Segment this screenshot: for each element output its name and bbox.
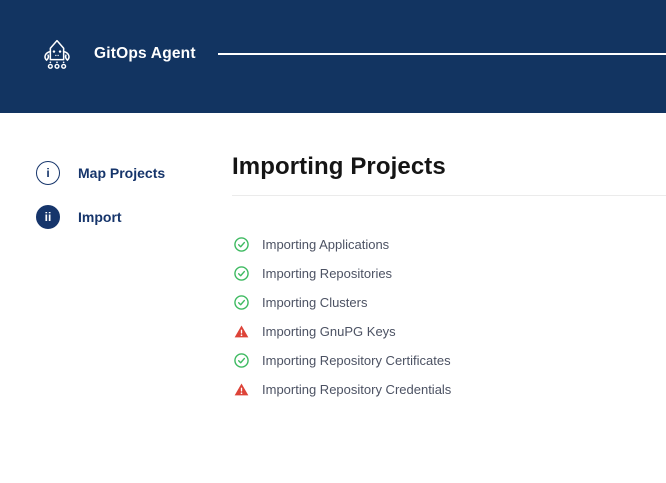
import-status-label: Importing Applications (262, 237, 389, 252)
import-status-label: Importing Repository Credentials (262, 382, 451, 397)
import-status-label: Importing Repository Certificates (262, 353, 451, 368)
page-title: Importing Projects (232, 153, 666, 181)
import-status-row: Importing Repository Credentials (234, 375, 666, 404)
success-check-circle-icon (234, 237, 249, 252)
header-divider-line (218, 53, 666, 55)
step-2-circle-icon: ii (36, 205, 60, 229)
success-check-circle-icon (234, 266, 249, 281)
import-status-row: Importing Repository Certificates (234, 346, 666, 375)
step-1-circle-icon: i (36, 161, 60, 185)
stepper-item-map-projects[interactable]: i Map Projects (36, 161, 232, 185)
import-status-row: Importing Repositories (234, 259, 666, 288)
import-status-row: Importing Applications (234, 230, 666, 259)
step-2-label: Import (78, 209, 122, 225)
import-status-label: Importing GnuPG Keys (262, 324, 396, 339)
title-divider (232, 195, 666, 196)
import-status-row: Importing Clusters (234, 288, 666, 317)
content-area: i Map Projects ii Import Importing Proje… (0, 113, 666, 404)
success-check-circle-icon (234, 295, 249, 310)
wizard-stepper: i Map Projects ii Import (0, 113, 232, 404)
app-title: GitOps Agent (94, 45, 196, 63)
error-warning-triangle-icon (234, 382, 249, 397)
error-warning-triangle-icon (234, 324, 249, 339)
stepper-item-import[interactable]: ii Import (36, 205, 232, 229)
app-header: GitOps Agent (0, 0, 666, 113)
import-status-list: Importing Applications Importing Reposit… (232, 230, 666, 404)
step-1-label: Map Projects (78, 165, 165, 181)
success-check-circle-icon (234, 353, 249, 368)
import-status-label: Importing Repositories (262, 266, 392, 281)
import-status-row: Importing GnuPG Keys (234, 317, 666, 346)
main-panel: Importing Projects Importing Application… (232, 113, 666, 404)
import-status-label: Importing Clusters (262, 295, 367, 310)
gitops-octopus-logo-icon (38, 34, 76, 74)
